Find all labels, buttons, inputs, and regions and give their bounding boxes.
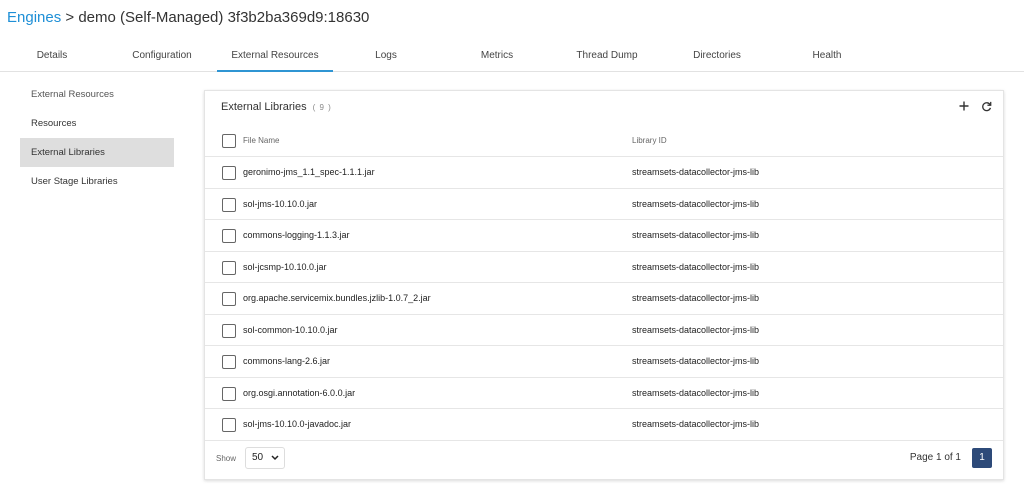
panel-title-text: External Libraries <box>221 101 307 113</box>
sidebar-item-external-libraries[interactable]: External Libraries <box>20 138 174 167</box>
table-row[interactable]: sol-jms-10.10.0.jar streamsets-datacolle… <box>205 189 1003 220</box>
row-checkbox[interactable] <box>222 166 236 180</box>
show-label: Show <box>216 454 237 463</box>
table-row[interactable]: sol-jcsmp-10.10.0.jar streamsets-datacol… <box>205 252 1003 283</box>
column-header-library-id[interactable]: Library ID <box>632 125 667 156</box>
libraries-table: File Name Library ID geronimo-jms_1.1_sp… <box>205 125 1003 441</box>
table-row[interactable]: geronimo-jms_1.1_spec-1.1.1.jar streamse… <box>205 157 1003 189</box>
library-count: ( 9 ) <box>312 103 332 112</box>
page-title: demo (Self-Managed) 3f3b2ba369d9:18630 <box>78 9 370 26</box>
library-id-cell: streamsets-datacollector-jms-lib <box>632 261 760 272</box>
file-name-cell: sol-jms-10.10.0-javadoc.jar <box>243 419 352 429</box>
page-size-select[interactable]: 50 <box>245 447 285 469</box>
file-name-cell: sol-common-10.10.0.jar <box>243 324 338 335</box>
tab-thread-dump[interactable]: Thread Dump <box>570 40 644 72</box>
tab-health[interactable]: Health <box>800 40 854 72</box>
row-checkbox[interactable] <box>222 197 236 212</box>
tab-details[interactable]: Details <box>17 40 87 72</box>
tab-logs[interactable]: Logs <box>356 40 416 72</box>
row-checkbox[interactable] <box>222 323 236 338</box>
file-name-cell: sol-jms-10.10.0.jar <box>243 198 318 209</box>
library-id-cell: streamsets-datacollector-jms-lib <box>632 356 760 366</box>
table-row[interactable]: org.osgi.annotation-6.0.0.jar streamsets… <box>205 378 1003 409</box>
file-name-cell: commons-logging-1.1.3.jar <box>243 230 350 240</box>
table-row[interactable]: org.apache.servicemix.bundles.jzlib-1.0.… <box>205 283 1003 315</box>
library-id-cell: streamsets-datacollector-jms-lib <box>632 324 760 335</box>
row-checkbox[interactable] <box>222 292 236 306</box>
page-size-value: 50 <box>252 452 264 463</box>
tab-bar: Details Configuration External Resources… <box>0 40 1024 72</box>
tab-metrics[interactable]: Metrics <box>466 40 528 72</box>
library-id-cell: streamsets-datacollector-jms-lib <box>632 198 760 209</box>
table-row[interactable]: commons-lang-2.6.jar streamsets-datacoll… <box>205 346 1003 378</box>
column-header-file-name[interactable]: File Name <box>243 125 279 156</box>
panel-actions <box>957 99 993 113</box>
sidebar-item-user-stage-libraries[interactable]: User Stage Libraries <box>20 167 174 196</box>
tab-external-resources[interactable]: External Resources <box>217 40 333 72</box>
file-name-cell: org.osgi.annotation-6.0.0.jar <box>243 387 356 398</box>
library-id-cell: streamsets-datacollector-jms-lib <box>632 293 760 303</box>
file-name-cell: sol-jcsmp-10.10.0.jar <box>243 261 327 272</box>
library-id-cell: streamsets-datacollector-jms-lib <box>632 167 760 177</box>
breadcrumb: Engines > demo (Self-Managed) 3f3b2ba369… <box>7 9 369 26</box>
sidebar-heading-external-resources: External Resources <box>31 89 114 100</box>
file-name-cell: geronimo-jms_1.1_spec-1.1.1.jar <box>243 167 375 177</box>
table-row[interactable]: sol-jms-10.10.0-javadoc.jar streamsets-d… <box>205 409 1003 441</box>
breadcrumb-engines-link[interactable]: Engines <box>7 9 61 26</box>
table-footer: Show 50 Page 1 of 1 1 <box>205 439 1003 479</box>
row-checkbox[interactable] <box>222 355 236 369</box>
external-libraries-panel: External Libraries ( 9 ) File Name Librar… <box>204 90 1004 480</box>
tab-directories[interactable]: Directories <box>682 40 752 72</box>
sidebar-item-resources[interactable]: Resources <box>20 109 174 138</box>
row-checkbox[interactable] <box>222 229 236 243</box>
row-checkbox[interactable] <box>222 386 236 401</box>
page-info: Page 1 of 1 <box>909 452 961 463</box>
library-id-cell: streamsets-datacollector-jms-lib <box>632 419 760 429</box>
select-all-checkbox[interactable] <box>222 134 236 148</box>
row-checkbox[interactable] <box>222 260 236 275</box>
chevron-down-icon <box>271 448 279 475</box>
panel-title: External Libraries ( 9 ) <box>221 101 332 113</box>
file-name-cell: org.apache.servicemix.bundles.jzlib-1.0.… <box>243 293 431 303</box>
table-row[interactable]: sol-common-10.10.0.jar streamsets-dataco… <box>205 315 1003 346</box>
table-header-row: File Name Library ID <box>205 125 1003 157</box>
table-row[interactable]: commons-logging-1.1.3.jar streamsets-dat… <box>205 220 1003 252</box>
refresh-icon[interactable] <box>979 99 993 113</box>
library-id-cell: streamsets-datacollector-jms-lib <box>632 230 760 240</box>
row-checkbox[interactable] <box>222 418 236 432</box>
file-name-cell: commons-lang-2.6.jar <box>243 356 331 366</box>
tab-configuration[interactable]: Configuration <box>124 40 200 72</box>
plus-icon[interactable] <box>957 99 971 113</box>
breadcrumb-separator: > <box>65 9 75 26</box>
page-1-button[interactable]: 1 <box>972 448 992 468</box>
sidebar: External Resources Resources External Li… <box>20 80 174 196</box>
library-id-cell: streamsets-datacollector-jms-lib <box>632 387 760 398</box>
